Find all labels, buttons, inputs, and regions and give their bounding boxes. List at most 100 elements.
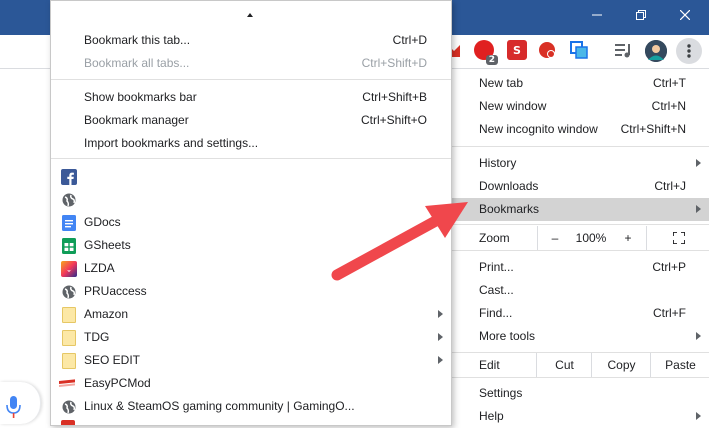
import-bookmarks-item[interactable]: Import bookmarks and settings...: [51, 132, 451, 155]
opera-extension-icon[interactable]: 2: [474, 40, 498, 65]
submenu-arrow-icon: [696, 412, 701, 420]
menu-item-shortcut: Ctrl+N: [651, 99, 686, 113]
menu-item-shortcut: Ctrl+F: [653, 306, 686, 320]
voice-search-button[interactable]: [0, 382, 41, 424]
edit-label: Edit: [479, 358, 500, 372]
menu-item-label: Bookmarks: [479, 202, 540, 216]
folder-icon: [61, 307, 77, 323]
menu-item-more-tools[interactable]: More tools: [451, 325, 709, 348]
minimize-icon[interactable]: [575, 0, 619, 30]
easypcmod-icon: [59, 376, 75, 392]
menu-item-label: Bookmark manager: [84, 113, 189, 127]
menu-item-find[interactable]: Find... Ctrl+F: [451, 302, 709, 325]
scroll-up-arrow-icon[interactable]: [247, 13, 253, 17]
menu-item-shortcut: Ctrl+Shift+O: [360, 113, 427, 127]
bookmark-item[interactable]: Linux & SteamOS gaming community | Gamin…: [51, 395, 451, 418]
bookmark-label: LZDA: [84, 261, 115, 275]
zoom-out-button[interactable]: –: [537, 226, 572, 250]
zoom-row: Zoom – 100% +: [451, 226, 709, 250]
submenu-arrow-icon: [696, 159, 701, 167]
zoom-in-button[interactable]: +: [611, 226, 645, 250]
lazada-icon: [61, 261, 77, 277]
menu-item-label: Bookmark all tabs...: [84, 56, 190, 70]
menu-item-new-window[interactable]: New window Ctrl+N: [451, 95, 709, 118]
google-sheets-icon: [61, 238, 77, 254]
menu-item-shortcut: Ctrl+D: [392, 33, 427, 47]
globe-icon: [61, 192, 77, 208]
partial-bookmark-icon: [61, 420, 75, 425]
submenu-arrow-icon: [438, 356, 443, 364]
bookmark-folder[interactable]: Amazon: [51, 303, 451, 326]
menu-item-bookmarks[interactable]: Bookmarks: [451, 198, 709, 221]
menu-divider: [451, 146, 709, 147]
screenshot-extension-icon[interactable]: [569, 40, 589, 60]
cut-button[interactable]: Cut: [536, 353, 592, 377]
menu-divider: [451, 224, 709, 225]
annotation-arrow: [331, 202, 468, 281]
menu-item-shortcut: Ctrl+Shift+B: [362, 90, 427, 104]
copy-button[interactable]: Copy: [591, 353, 651, 377]
restore-icon[interactable]: [619, 0, 663, 30]
menu-item-settings[interactable]: Settings: [451, 382, 709, 405]
shield-extension-icon[interactable]: [537, 40, 557, 60]
bookmark-folder[interactable]: SEO EDIT: [51, 349, 451, 372]
menu-item-new-tab[interactable]: New tab Ctrl+T: [451, 72, 709, 95]
menu-item-label: New window: [479, 99, 547, 113]
menu-item-label: Settings: [479, 386, 523, 400]
bookmark-label: PRUaccess: [84, 284, 147, 298]
menu-item-shortcut: Ctrl+Shift+N: [620, 122, 686, 136]
menu-item-label: Help: [479, 409, 504, 423]
menu-item-label: History: [479, 156, 517, 170]
bookmark-label: Linux & SteamOS gaming community | Gamin…: [84, 399, 355, 413]
menu-divider: [51, 79, 451, 80]
edit-row: Edit Cut Copy Paste: [451, 353, 709, 377]
s-extension-icon[interactable]: S: [507, 40, 527, 60]
bookmark-item[interactable]: [51, 165, 451, 188]
bookmark-manager-item[interactable]: Bookmark manager Ctrl+Shift+O: [51, 109, 451, 132]
menu-item-history[interactable]: History: [451, 152, 709, 175]
menu-item-label: More tools: [479, 329, 536, 343]
menu-divider: [451, 377, 709, 378]
menu-item-label: New tab: [479, 76, 524, 90]
globe-icon: [61, 399, 77, 415]
bookmark-label: Amazon: [84, 307, 129, 321]
menu-divider: [51, 158, 451, 159]
bookmark-this-tab-item[interactable]: Bookmark this tab... Ctrl+D: [51, 29, 451, 52]
bookmark-label: GDocs: [84, 215, 121, 229]
bookmark-label: TDG: [84, 330, 110, 344]
menu-divider: [451, 250, 709, 251]
menu-item-label: Downloads: [479, 179, 539, 193]
submenu-arrow-icon: [438, 333, 443, 341]
menu-item-shortcut: Ctrl+P: [652, 260, 686, 274]
menu-item-label: Import bookmarks and settings...: [84, 136, 259, 150]
folder-icon: [61, 353, 77, 369]
menu-item-help[interactable]: Help: [451, 405, 709, 428]
menu-item-print[interactable]: Print... Ctrl+P: [451, 256, 709, 279]
media-playlist-icon[interactable]: [613, 40, 633, 60]
menu-item-label: Show bookmarks bar: [84, 90, 197, 104]
menu-item-shortcut: Ctrl+T: [653, 76, 686, 90]
more-menu-icon[interactable]: [676, 38, 702, 64]
menu-item-label: Cast...: [479, 283, 514, 297]
bookmark-item[interactable]: EasyPCMod: [51, 372, 451, 395]
menu-item-downloads[interactable]: Downloads Ctrl+J: [451, 175, 709, 198]
globe-icon: [61, 284, 77, 300]
menu-item-label: New incognito window: [479, 122, 598, 136]
close-icon[interactable]: [663, 0, 707, 30]
facebook-icon: [61, 169, 77, 185]
menu-item-label: Find...: [479, 306, 513, 320]
bookmark-folder[interactable]: TDG: [51, 326, 451, 349]
paste-button[interactable]: Paste: [650, 353, 709, 377]
bookmark-label: SEO EDIT: [84, 353, 141, 367]
profile-avatar[interactable]: [645, 40, 667, 62]
menu-item-shortcut: Ctrl+J: [654, 179, 686, 193]
zoom-level: 100%: [575, 231, 607, 245]
fullscreen-icon[interactable]: [646, 226, 709, 250]
show-bookmarks-bar-item[interactable]: Show bookmarks bar Ctrl+Shift+B: [51, 86, 451, 109]
menu-item-label: Print...: [479, 260, 514, 274]
submenu-arrow-icon: [696, 205, 701, 213]
menu-item-cast[interactable]: Cast...: [451, 279, 709, 302]
chrome-main-menu: New tab Ctrl+T New window Ctrl+N New inc…: [451, 69, 709, 424]
folder-icon: [61, 330, 77, 346]
menu-item-new-incognito-window[interactable]: New incognito window Ctrl+Shift+N: [451, 118, 709, 141]
